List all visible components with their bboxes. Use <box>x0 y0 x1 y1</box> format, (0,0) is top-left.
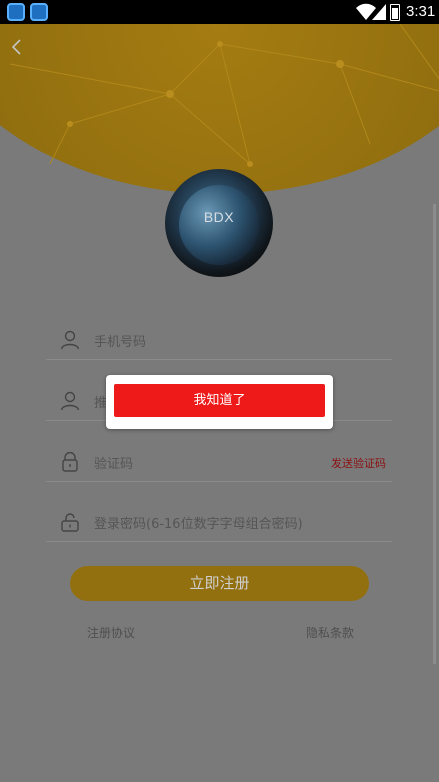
status-time: 3:31 <box>406 3 436 20</box>
send-code-button[interactable]: 发送验证码 <box>331 455 386 471</box>
unlock-icon <box>61 513 79 532</box>
app-notification-icon <box>7 3 25 21</box>
status-bar: 3:31 <box>0 0 439 24</box>
signal-icon <box>372 4 386 20</box>
back-button[interactable] <box>10 38 30 58</box>
logo-text: BDX <box>203 209 235 225</box>
phone-placeholder: 手机号码 <box>94 335 147 350</box>
lock-icon <box>62 452 78 472</box>
verification-code-field[interactable]: 验证码 发送验证码 <box>46 442 392 482</box>
code-placeholder: 验证码 <box>94 457 134 472</box>
phone-field[interactable]: 手机号码 <box>46 320 392 360</box>
scroll-edge <box>433 204 436 664</box>
user-icon <box>60 330 80 350</box>
battery-icon <box>390 4 400 21</box>
agreement-link[interactable]: 注册协议 <box>87 624 135 641</box>
password-placeholder: 登录密码(6-16位数字字母组合密码) <box>94 517 303 532</box>
notice-dialog: 我知道了 <box>106 375 333 429</box>
app-notification-icon <box>30 3 48 21</box>
app-logo: BDX <box>165 169 273 277</box>
privacy-link[interactable]: 隐私条款 <box>306 624 354 641</box>
user-icon <box>60 391 80 411</box>
password-field[interactable]: 登录密码(6-16位数字字母组合密码) <box>46 502 392 542</box>
got-it-button[interactable]: 我知道了 <box>114 384 325 417</box>
chevron-left-icon <box>11 39 21 55</box>
register-button[interactable]: 立即注册 <box>70 566 369 601</box>
